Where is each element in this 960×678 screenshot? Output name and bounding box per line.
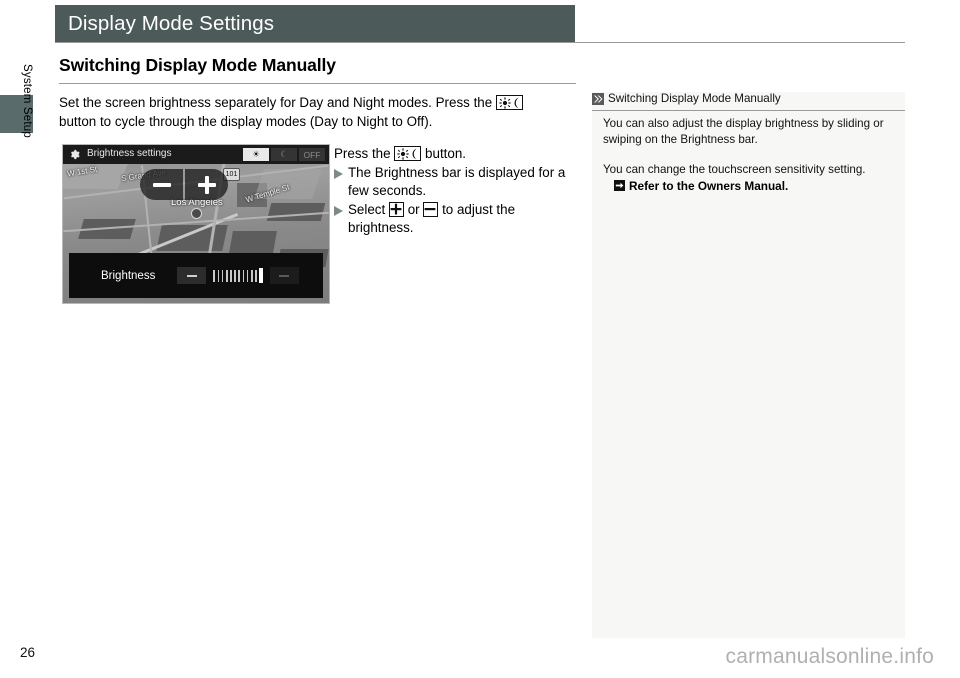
- page-title-bar: Display Mode Settings: [55, 5, 575, 42]
- day-night-icon: [496, 95, 523, 110]
- minus-icon: [153, 183, 171, 187]
- figure-and-instructions: W 1st St S Grand Ave W Temple St 101 Los…: [59, 144, 574, 304]
- gear-icon[interactable]: [69, 149, 80, 160]
- side-note-paragraph-1: You can also adjust the display brightne…: [603, 116, 895, 147]
- plus-icon: [389, 202, 404, 217]
- day-night-icon: [394, 146, 421, 161]
- map-block: [229, 231, 277, 253]
- section-heading: Switching Display Mode Manually: [59, 55, 574, 76]
- press-text-after: button.: [425, 146, 466, 161]
- brightness-tick: [226, 270, 228, 282]
- brightness-tick: [230, 270, 232, 282]
- brightness-label: Brightness: [101, 270, 155, 282]
- brightness-cursor[interactable]: [259, 268, 262, 283]
- brightness-increase-button[interactable]: [270, 267, 299, 284]
- minus-icon: [187, 275, 197, 277]
- display-mode-chips[interactable]: ☀ ☾ OFF: [243, 148, 325, 161]
- brightness-level-ticks[interactable]: [213, 268, 262, 283]
- off-mode-chip[interactable]: OFF: [299, 148, 325, 161]
- page-number: 26: [20, 645, 35, 660]
- intro-text-after: button to cycle through the display mode…: [59, 114, 432, 129]
- triangle-bullet-icon: [334, 169, 343, 179]
- map-zoom-in-button[interactable]: [185, 169, 228, 200]
- nav-status-title: Brightness settings: [87, 148, 172, 159]
- side-note-reference-text: Refer to the Owners Manual.: [629, 179, 788, 193]
- instruction-list: Press the: [334, 145, 574, 238]
- intro-text-before: Set the screen brightness separately for…: [59, 95, 492, 110]
- city-marker-dot: [191, 208, 202, 219]
- triangle-bullet-icon: [334, 206, 343, 216]
- side-note-heading: Switching Display Mode Manually: [608, 92, 781, 105]
- brightness-tick: [218, 270, 220, 282]
- main-content: Switching Display Mode Manually Set the …: [59, 55, 574, 304]
- brightness-tick: [238, 270, 240, 282]
- site-watermark: carmanualsonline.info: [726, 645, 935, 669]
- nav-map-view: W 1st St S Grand Ave W Temple St 101 Los…: [63, 145, 329, 303]
- double-chevron-icon: [592, 93, 604, 105]
- side-note-reference[interactable]: Refer to the Owners Manual.: [614, 179, 788, 193]
- side-note-header: Switching Display Mode Manually: [592, 92, 905, 107]
- navigation-screenshot: W 1st St S Grand Ave W Temple St 101 Los…: [62, 144, 330, 304]
- night-mode-chip[interactable]: ☾: [271, 148, 297, 161]
- brightness-tick: [247, 270, 249, 282]
- brightness-tick: [234, 270, 236, 282]
- plus-icon: [198, 176, 216, 194]
- map-zoom-out-button[interactable]: [140, 169, 183, 200]
- press-text-before: Press the: [334, 146, 391, 161]
- brightness-tick: [213, 270, 215, 282]
- section-divider: [59, 83, 576, 84]
- day-mode-chip[interactable]: ☀: [243, 148, 269, 161]
- brightness-tick: [255, 270, 257, 282]
- arrow-box-icon: [614, 180, 625, 191]
- brightness-overlay[interactable]: Brightness: [69, 253, 323, 298]
- brightness-tick: [243, 270, 245, 282]
- map-zoom-controls[interactable]: [140, 169, 228, 200]
- chapter-label: System Setup: [21, 64, 33, 204]
- plus-icon: [279, 275, 289, 277]
- instruction-bullet: Select or to adjust the brightness.: [334, 201, 574, 238]
- side-note-paragraph-2: You can change the touchscreen sensitivi…: [603, 162, 895, 178]
- instruction-press-line: Press the: [334, 145, 574, 164]
- map-block: [156, 225, 228, 251]
- intro-paragraph: Set the screen brightness separately for…: [59, 94, 559, 131]
- side-note-panel: Switching Display Mode Manually You can …: [592, 92, 905, 638]
- brightness-tick: [251, 270, 253, 282]
- bullet-text: The Brightness bar is displayed for a fe…: [348, 164, 574, 201]
- bullet-text: Select or to adjust the brightness.: [348, 201, 574, 238]
- title-divider: [55, 42, 905, 43]
- side-note-divider: [592, 110, 905, 111]
- select-text: Select: [348, 202, 385, 217]
- minus-icon: [423, 202, 438, 217]
- brightness-decrease-button[interactable]: [177, 267, 206, 284]
- instruction-bullet: The Brightness bar is displayed for a fe…: [334, 164, 574, 201]
- page-title: Display Mode Settings: [68, 12, 274, 36]
- or-text: or: [408, 202, 420, 217]
- brightness-tick: [222, 270, 224, 282]
- nav-status-bar: Brightness settings ☀ ☾ OFF: [63, 145, 329, 164]
